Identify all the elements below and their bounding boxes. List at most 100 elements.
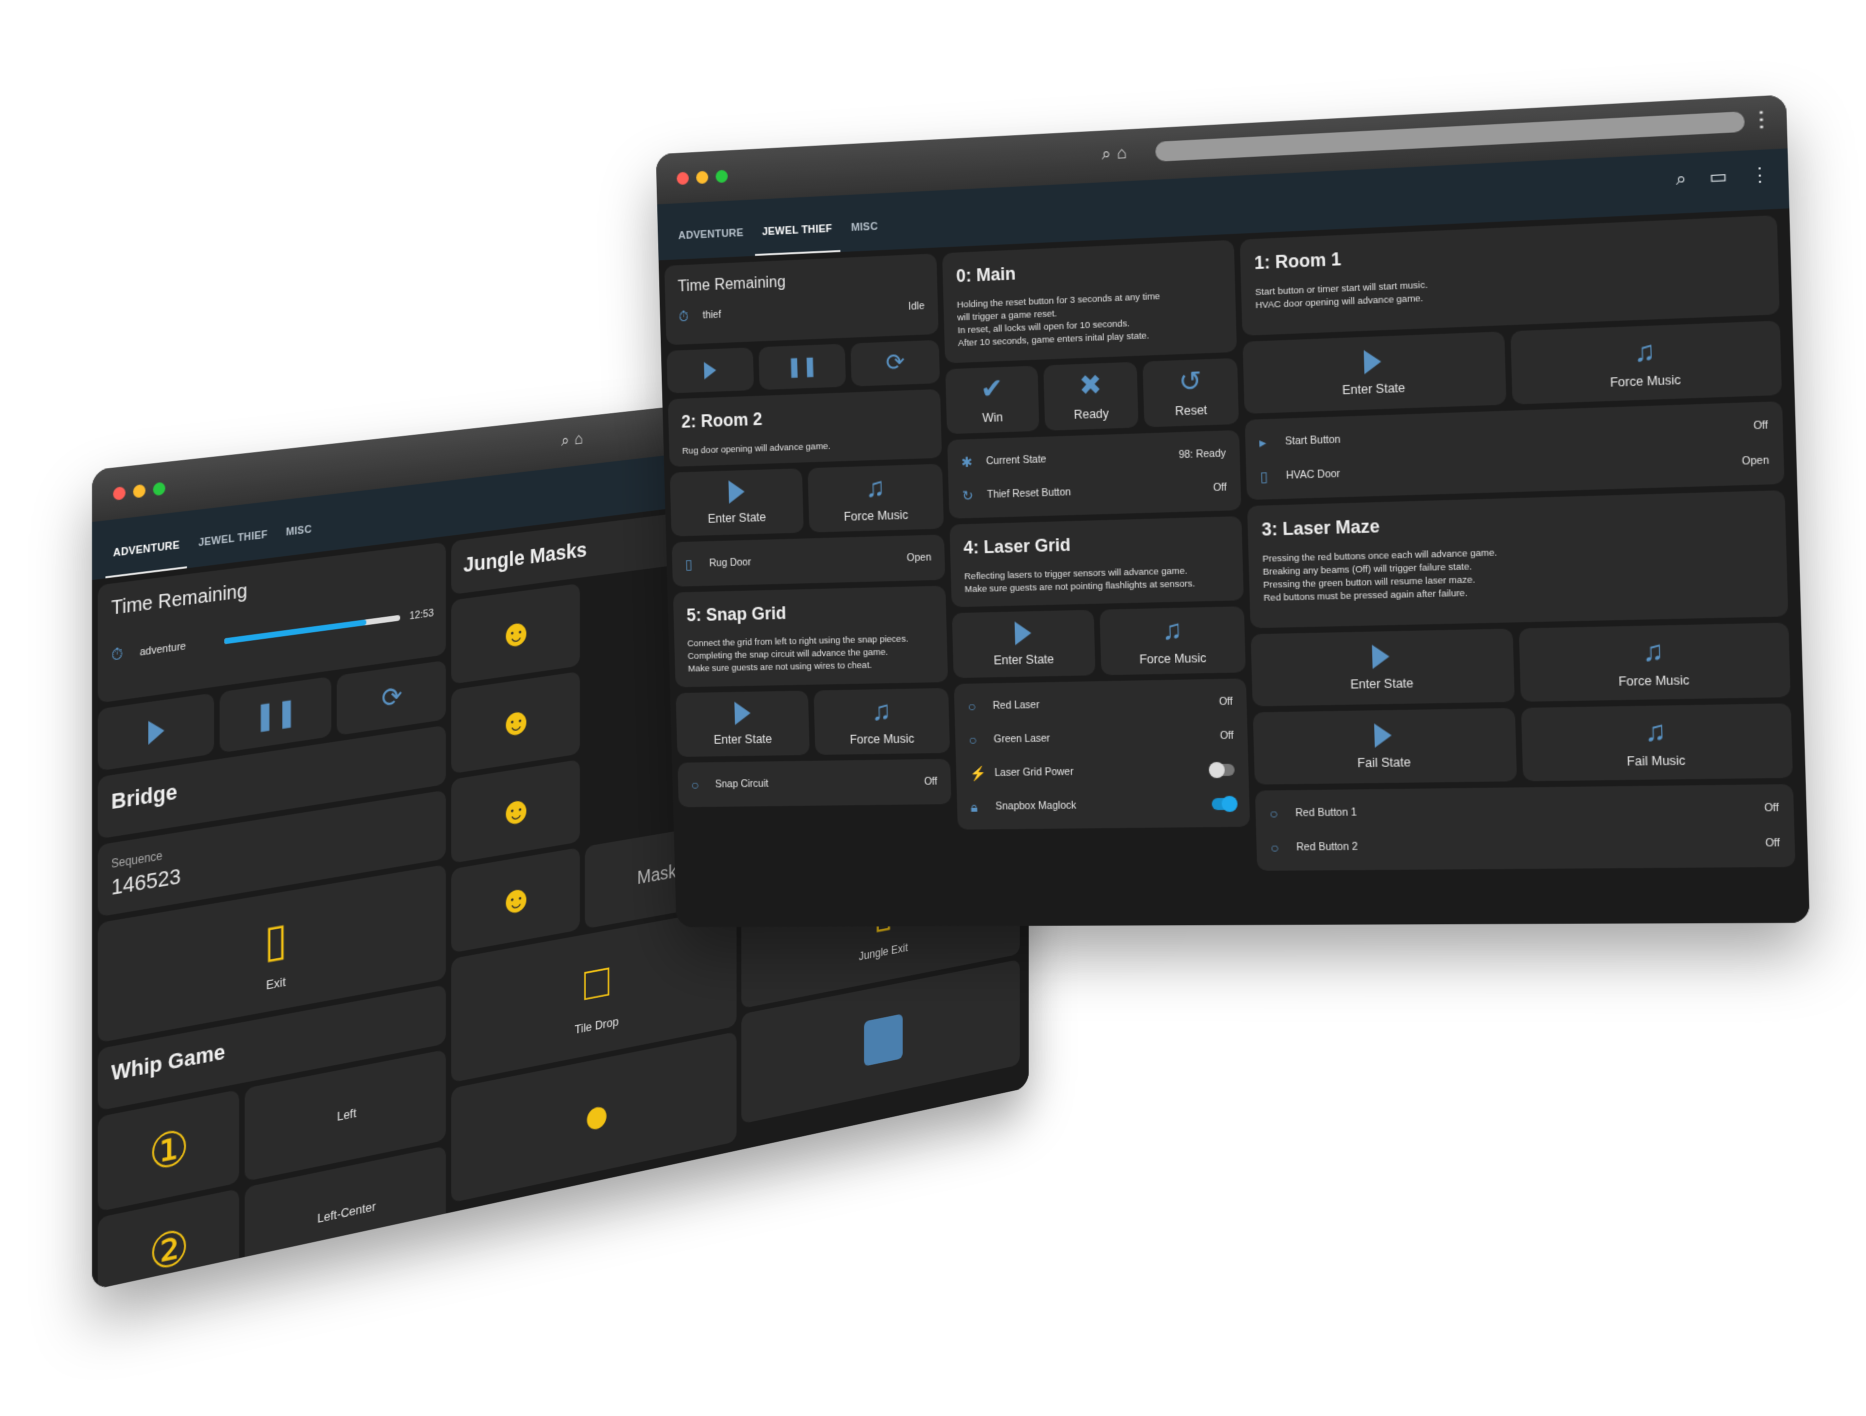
search-icon[interactable]: ⌕	[1101, 144, 1111, 164]
play-icon	[1014, 621, 1032, 646]
exit-label: Exit	[265, 973, 286, 992]
laser-maze-fail-music-button[interactable]: ♫ Fail Music	[1520, 703, 1793, 782]
entity-value: Off	[1218, 695, 1233, 708]
pause-icon: ❚❚	[254, 695, 298, 733]
snap-grid-title: 5: Snap Grid	[686, 603, 787, 626]
snapbox-maglock-toggle[interactable]	[1211, 795, 1238, 813]
main-title: 0: Main	[955, 263, 1016, 287]
button-label: Win	[982, 410, 1004, 425]
laser-maze-fail-state-button[interactable]: Fail State	[1252, 707, 1517, 785]
timer-progress-bar	[224, 614, 401, 645]
circle-icon: ○	[1270, 839, 1280, 856]
laser-grid-force-music-button[interactable]: ♫ Force Music	[1099, 606, 1246, 676]
laser-maze-force-music-button[interactable]: ♫ Force Music	[1518, 622, 1791, 702]
close-button[interactable]	[113, 486, 126, 501]
entity-name: Red Laser	[992, 699, 1040, 712]
entity-row[interactable]: ○ Red Button 1 Off	[1269, 790, 1779, 830]
home-icon[interactable]: ⌂	[1117, 143, 1128, 163]
door-icon: ▯	[1259, 467, 1269, 485]
entity-row: 🔒︎ Snapbox Maglock	[970, 787, 1238, 824]
mask-4-button[interactable]: ☻	[451, 847, 580, 954]
play-button[interactable]	[666, 347, 754, 394]
search-icon[interactable]: ⌕	[1675, 168, 1686, 190]
entity-name: Green Laser	[993, 732, 1051, 746]
ready-button[interactable]: ✖ Ready	[1043, 361, 1139, 431]
restart-button[interactable]: ⟳	[337, 660, 446, 736]
entity-value: Off	[1765, 837, 1781, 850]
reset-button[interactable]: ↺ Reset	[1142, 357, 1239, 428]
maximize-button[interactable]	[715, 169, 728, 184]
entity-value: Off	[1219, 729, 1234, 742]
room1-enter-state-button[interactable]: Enter State	[1242, 331, 1506, 414]
music-icon: ♫	[864, 471, 886, 503]
search-icon[interactable]: ⌕	[561, 431, 569, 451]
play-button[interactable]	[97, 692, 214, 772]
laser-grid-power-toggle[interactable]	[1208, 761, 1235, 779]
win-button[interactable]: ✔ Win	[945, 365, 1040, 435]
puzzle-icon: ✱	[960, 453, 973, 470]
music-icon: ♫	[1641, 634, 1665, 667]
circle-icon: ○	[968, 731, 978, 748]
play-icon	[1374, 723, 1393, 748]
entity-row[interactable]: ○ Red Laser Off	[967, 685, 1233, 723]
refresh-icon: ↻	[961, 486, 974, 504]
entity-row[interactable]: ↻ Thief Reset Button Off	[962, 471, 1228, 513]
circle-icon: ○	[1269, 805, 1279, 822]
entity-row[interactable]: ○ Red Button 2 Off	[1270, 826, 1780, 865]
pause-button[interactable]: ❚❚	[758, 343, 847, 390]
laser-maze-enter-state-button[interactable]: Enter State	[1250, 628, 1515, 707]
snap-enter-state-button[interactable]: Enter State	[675, 690, 810, 757]
chat-icon[interactable]: ▭	[1709, 166, 1727, 188]
entity-value: Off	[1212, 481, 1227, 494]
music-icon: ♫	[1633, 334, 1656, 368]
minimize-button[interactable]	[696, 170, 709, 184]
room2-force-music-button[interactable]: ♫ Force Music	[807, 463, 944, 533]
music-icon: ♫	[1643, 714, 1667, 747]
timer-icon: ⏱	[111, 645, 124, 665]
mask-3-button[interactable]: ☻	[451, 759, 580, 864]
main-card: 0: Main Holding the reset button for 3 s…	[942, 239, 1237, 364]
minimize-button[interactable]	[133, 484, 146, 499]
entity-row[interactable]: ○ Green Laser Off	[968, 719, 1234, 757]
pause-button[interactable]: ❚❚	[219, 676, 332, 754]
button-label: Enter State	[1350, 676, 1414, 692]
mask-1-button[interactable]: ☻	[451, 583, 580, 685]
entity-name: Rug Door	[709, 556, 752, 570]
entity-row[interactable]: ▯ Rug Door Open	[685, 541, 932, 581]
restart-button[interactable]: ⟳	[850, 339, 940, 387]
whip-left-label: Left	[336, 1105, 357, 1124]
play-icon	[733, 701, 751, 725]
mask-icon: ☻	[497, 875, 535, 924]
room1-card: 1: Room 1 Start button or timer start wi…	[1239, 215, 1780, 336]
tab-jewel-thief[interactable]: JEWEL THIEF	[754, 222, 841, 256]
home-icon[interactable]: ⌂	[574, 429, 583, 449]
room1-force-music-button[interactable]: ♫ Force Music	[1509, 320, 1782, 405]
tennis-ball-icon: ●	[582, 1084, 611, 1147]
button-label: Force Music	[1618, 673, 1690, 689]
room2-enter-state-button[interactable]: Enter State	[669, 468, 804, 537]
button-label: Enter State	[707, 510, 767, 526]
entity-name: Current State	[985, 453, 1047, 468]
browser-menu-icon[interactable]: ⋮	[1750, 106, 1773, 133]
close-button[interactable]	[676, 171, 689, 185]
entity-name: Snapbox Maglock	[995, 799, 1077, 813]
play-icon	[703, 361, 717, 380]
tab-misc[interactable]: MISC	[843, 221, 886, 252]
snap-force-music-button[interactable]: ♫ Force Music	[813, 687, 950, 755]
music-icon: ♫	[870, 694, 892, 726]
laser-grid-enter-state-button[interactable]: Enter State	[951, 609, 1096, 679]
play-icon	[148, 718, 165, 745]
entity-value: Off	[1753, 419, 1769, 433]
menu-icon[interactable]: ⋮	[1750, 164, 1770, 187]
mask-2-button[interactable]: ☻	[451, 671, 580, 774]
front-browser-window: ⌕ ⌂ ⋮ ADVENTURE JEWEL THIEF MISC ⌕ ▭ ⋮ Time…	[655, 94, 1810, 928]
maximize-button[interactable]	[153, 481, 166, 497]
button-label: Enter State	[993, 652, 1055, 668]
play-small-icon: ▸	[1259, 433, 1267, 450]
entity-row[interactable]: ○ Snap Circuit Off	[691, 765, 938, 801]
restart-icon: ⟳	[885, 349, 906, 377]
button-label: Fail Music	[1626, 753, 1686, 769]
tab-adventure[interactable]: ADVENTURE	[671, 227, 752, 260]
wave-icon	[864, 1013, 903, 1067]
button-label: Force Music	[1139, 651, 1207, 667]
